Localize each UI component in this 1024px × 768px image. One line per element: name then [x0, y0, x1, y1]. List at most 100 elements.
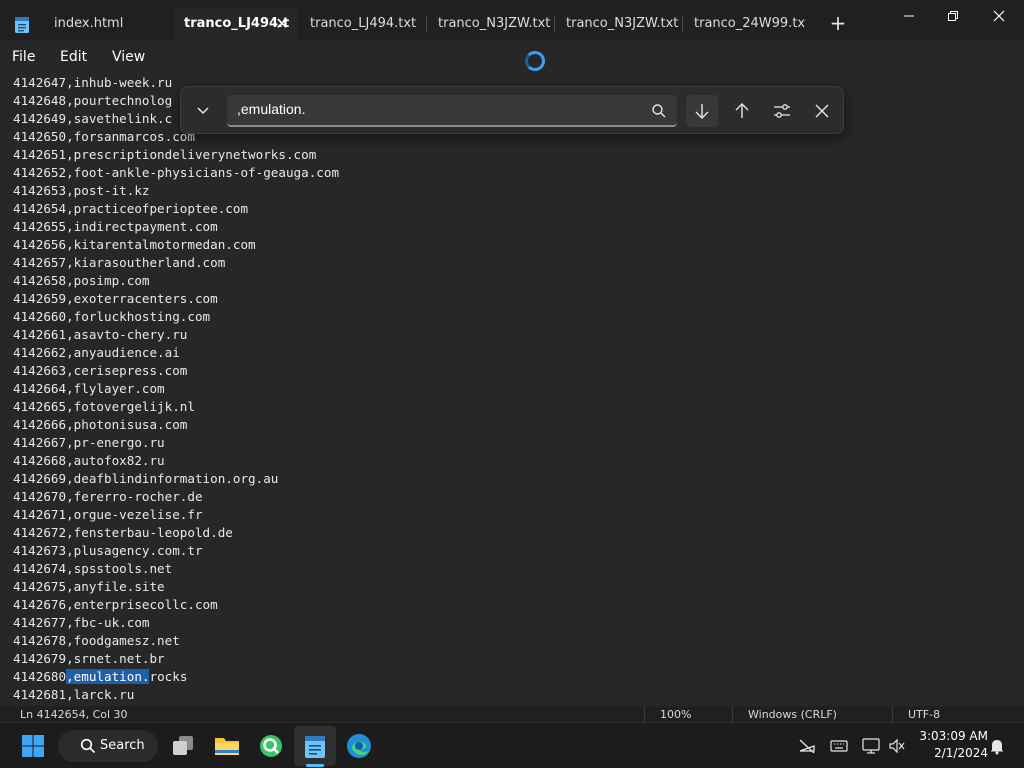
- line-text: 4142669,deafblindinformation.org.au: [13, 471, 279, 486]
- edge-icon: [347, 734, 371, 758]
- text-line[interactable]: 4142665,fotovergelijk.nl: [13, 398, 339, 416]
- chevron-down-icon[interactable]: [193, 100, 213, 120]
- text-line[interactable]: 4142672,fensterbau-leopold.de: [13, 524, 339, 542]
- tab-tranco-lj494[interactable]: tranco_LJ494.txt: [300, 8, 422, 40]
- line-text: 4142663,cerisepress.com: [13, 363, 188, 378]
- find-input[interactable]: [237, 101, 637, 117]
- task-view-icon: [173, 736, 193, 755]
- line-text: 4142655,indirectpayment.com: [13, 219, 218, 234]
- line-text: 4142680: [13, 669, 67, 684]
- find-close-button[interactable]: [806, 95, 838, 127]
- text-line[interactable]: 4142659,exoterracenters.com: [13, 290, 339, 308]
- text-line[interactable]: 4142661,asavto-chery.ru: [13, 326, 339, 344]
- line-text: 4142656,kitarentalmotormedan.com: [13, 237, 256, 252]
- text-line[interactable]: 4142658,posimp.com: [13, 272, 339, 290]
- zoom-level[interactable]: 100%: [660, 708, 691, 721]
- notepad-icon: [15, 17, 29, 33]
- status-divider: [732, 706, 733, 722]
- text-line[interactable]: 4142670,fererro-rocher.de: [13, 488, 339, 506]
- notifications-icon[interactable]: [988, 737, 1006, 755]
- windows-start-icon: [22, 735, 44, 757]
- menu-view[interactable]: View: [112, 49, 145, 65]
- search-icon[interactable]: [651, 103, 667, 119]
- encoding[interactable]: UTF-8: [908, 708, 940, 721]
- restore-button[interactable]: [930, 0, 976, 32]
- text-line[interactable]: 4142664,flylayer.com: [13, 380, 339, 398]
- text-line[interactable]: 4142655,indirectpayment.com: [13, 218, 339, 236]
- menu-edit[interactable]: Edit: [60, 49, 87, 65]
- text-line[interactable]: 4142681,larck.ru: [13, 686, 339, 704]
- line-text: 4142678,foodgamesz.net: [13, 633, 180, 648]
- line-text: 4142650,forsanmarcos.com: [13, 129, 195, 144]
- display-icon[interactable]: [862, 737, 880, 755]
- text-line[interactable]: 4142660,forluckhosting.com: [13, 308, 339, 326]
- tab-tranco-24w99[interactable]: tranco_24W99.txt: [684, 8, 806, 40]
- text-line[interactable]: 4142666,photonisusa.com: [13, 416, 339, 434]
- text-line[interactable]: 4142654,practiceofperioptee.com: [13, 200, 339, 218]
- text-line[interactable]: 4142675,anyfile.site: [13, 578, 339, 596]
- text-line[interactable]: 4142678,foodgamesz.net: [13, 632, 339, 650]
- line-text: 4142667,pr-energo.ru: [13, 435, 165, 450]
- line-ending[interactable]: Windows (CRLF): [748, 708, 837, 721]
- new-tab-button[interactable]: +: [826, 12, 850, 36]
- text-editor[interactable]: 4142647,inhub-week.ru 4142648,pourtechnol…: [0, 74, 1024, 706]
- line-text: 4142652,foot-ankle-physicians-of-geauga.…: [13, 165, 340, 180]
- text-line[interactable]: 4142671,orgue-vezelise.fr: [13, 506, 339, 524]
- find-next-button[interactable]: [686, 95, 718, 127]
- tab-label: tranco_N3JZW.txt: [566, 16, 678, 31]
- task-view-button[interactable]: [168, 731, 198, 761]
- search-label: Search: [100, 738, 145, 753]
- close-icon: [993, 10, 1005, 22]
- text-line[interactable]: 4142679,srnet.net.br: [13, 650, 339, 668]
- options-icon: [774, 104, 790, 118]
- tab-label: tranco_24W99.txt: [694, 16, 806, 31]
- tab-index-html[interactable]: index.html: [44, 8, 168, 40]
- keyboard-icon[interactable]: [830, 737, 848, 755]
- tab-tranco-n3jzw-2[interactable]: tranco_N3JZW.txt: [556, 8, 678, 40]
- text-line[interactable]: 4142651,prescriptiondeliverynetworks.com: [13, 146, 339, 164]
- search-icon: [80, 738, 96, 754]
- text-line[interactable]: 4142652,foot-ankle-physicians-of-geauga.…: [13, 164, 339, 182]
- text-line[interactable]: 4142657,kiarasoutherland.com: [13, 254, 339, 272]
- taskbar-search[interactable]: Search: [58, 730, 158, 762]
- editor-lines[interactable]: 4142647,inhub-week.ru 4142648,pourtechnol…: [13, 74, 339, 704]
- arrow-down-icon: [695, 104, 709, 119]
- notepad-taskbar-button[interactable]: [300, 731, 330, 761]
- line-text: 4142653,post-it.kz: [13, 183, 150, 198]
- find-previous-button[interactable]: [726, 95, 758, 127]
- find-options-button[interactable]: [766, 95, 798, 127]
- line-text: 4142661,asavto-chery.ru: [13, 327, 188, 342]
- close-tab-icon[interactable]: ✕: [272, 14, 292, 34]
- text-line[interactable]: 4142667,pr-energo.ru: [13, 434, 339, 452]
- text-line[interactable]: 4142653,post-it.kz: [13, 182, 339, 200]
- file-explorer-button[interactable]: [212, 731, 242, 761]
- text-line[interactable]: 4142669,deafblindinformation.org.au: [13, 470, 339, 488]
- find-field[interactable]: [227, 95, 677, 127]
- green-app-button[interactable]: [256, 731, 286, 761]
- text-line[interactable]: 4142677,fbc-uk.com: [13, 614, 339, 632]
- text-line[interactable]: 4142674,spsstools.net: [13, 560, 339, 578]
- line-text: 4142681,larck.ru: [13, 687, 135, 702]
- volume-muted-icon[interactable]: [888, 737, 906, 755]
- clock-time: 3:03:09 AM: [919, 729, 988, 743]
- text-line[interactable]: 4142663,cerisepress.com: [13, 362, 339, 380]
- minimize-button[interactable]: [886, 0, 932, 32]
- text-line[interactable]: 4142680,emulation.rocks: [13, 668, 339, 686]
- edge-button[interactable]: [344, 731, 374, 761]
- close-window-button[interactable]: [976, 0, 1022, 32]
- text-line[interactable]: 4142662,anyaudience.ai: [13, 344, 339, 362]
- line-text: 4142676,enterprisecollc.com: [13, 597, 218, 612]
- line-text: 4142659,exoterracenters.com: [13, 291, 218, 306]
- text-line[interactable]: 4142656,kitarentalmotormedan.com: [13, 236, 339, 254]
- network-off-icon[interactable]: [798, 737, 816, 755]
- taskbar-clock[interactable]: 3:03:09 AM 2/1/2024: [912, 728, 988, 762]
- text-line[interactable]: 4142668,autofox82.ru: [13, 452, 339, 470]
- text-line[interactable]: 4142676,enterprisecollc.com: [13, 596, 339, 614]
- menu-bar: File Edit View: [0, 40, 1024, 107]
- menu-file[interactable]: File: [12, 49, 35, 65]
- start-button[interactable]: [18, 731, 48, 761]
- text-line[interactable]: 4142673,plusagency.com.tr: [13, 542, 339, 560]
- tab-tranco-n3jzw[interactable]: tranco_N3JZW.txt: [428, 8, 550, 40]
- running-indicator: [306, 764, 324, 767]
- tab-divider: [426, 16, 427, 32]
